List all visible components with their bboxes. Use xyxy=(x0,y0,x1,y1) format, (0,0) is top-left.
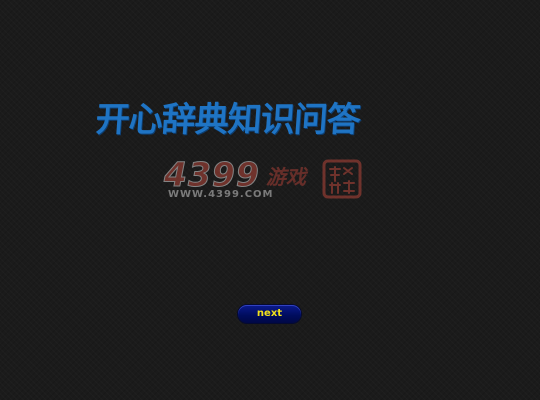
site-logo: 4399 游戏 WWW.4399.COM xyxy=(160,155,370,205)
logo-brand: 游戏 xyxy=(266,165,306,189)
seal-stamp-icon xyxy=(322,159,362,199)
next-button[interactable]: next xyxy=(238,305,301,323)
game-stage: 开心辞典知识问答 4399 游戏 WWW.4399.COM next xyxy=(0,0,540,400)
logo-url: WWW.4399.COM xyxy=(168,189,274,200)
game-title: 开心辞典知识问答 xyxy=(94,100,362,140)
